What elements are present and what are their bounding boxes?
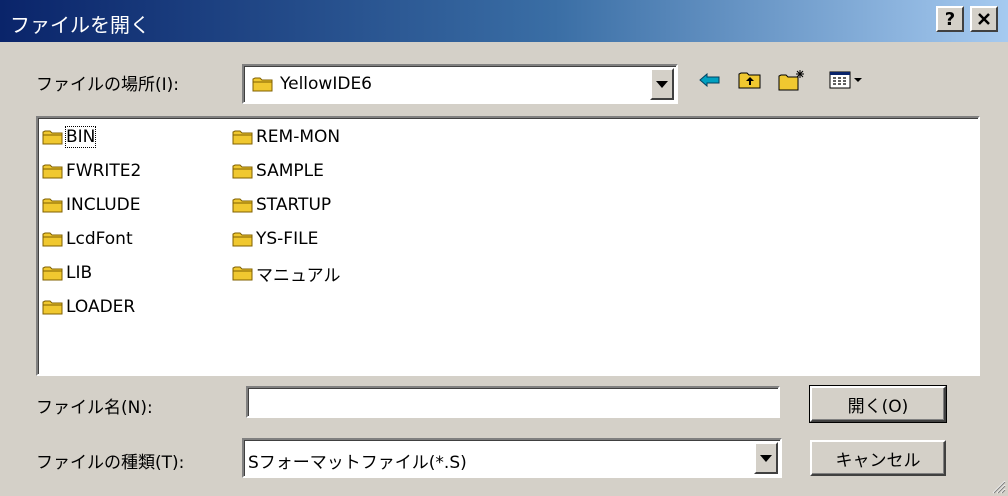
folder-icon — [232, 164, 253, 179]
look-in-combobox[interactable]: YellowIDE6 — [242, 64, 678, 104]
folder-icon — [232, 130, 253, 145]
folder-icon — [232, 232, 253, 247]
folder-icon — [42, 164, 63, 179]
list-item-label: INCLUDE — [66, 195, 141, 215]
close-icon — [978, 13, 990, 25]
resize-grip-icon[interactable] — [990, 478, 1006, 494]
list-item-label: BIN — [64, 126, 97, 148]
list-item[interactable]: BIN — [42, 124, 97, 150]
folder-icon — [232, 198, 253, 213]
close-button[interactable] — [970, 6, 998, 32]
file-type-combobox[interactable]: Sフォーマットファイル(*.S) — [242, 438, 782, 478]
list-item-label: FWRITE2 — [66, 161, 142, 181]
folder-icon — [42, 232, 63, 247]
list-item-label: YS-FILE — [256, 229, 319, 249]
list-item-label: SAMPLE — [256, 161, 324, 181]
list-item[interactable]: LOADER — [42, 294, 135, 320]
help-button[interactable]: ? — [936, 6, 964, 32]
view-menu-icon — [829, 71, 862, 89]
file-name-label: ファイル名(N): — [36, 398, 153, 418]
back-button[interactable] — [696, 66, 724, 94]
list-item[interactable]: FWRITE2 — [42, 158, 141, 184]
title-bar[interactable]: ファイルを開く ? — [0, 0, 1008, 42]
folder-icon — [252, 77, 273, 92]
list-item[interactable]: マニュアル — [232, 260, 341, 286]
file-list[interactable]: BIN FWRITE2 INCLUDE LcdFont LIB LOADER R… — [36, 116, 980, 376]
back-arrow-icon — [699, 73, 720, 87]
look-in-label: ファイルの場所(I): — [36, 75, 180, 95]
list-item[interactable]: INCLUDE — [42, 192, 141, 218]
folder-icon — [42, 198, 63, 213]
list-item[interactable]: STARTUP — [232, 192, 331, 218]
file-type-label: ファイルの種類(T): — [36, 453, 185, 473]
folder-icon — [42, 266, 63, 281]
up-folder-button[interactable] — [736, 66, 764, 94]
open-button[interactable]: 開く(O) — [809, 385, 947, 423]
file-type-dropdown-button[interactable] — [754, 442, 778, 474]
list-item-label: REM-MON — [256, 127, 341, 147]
list-item-label: LOADER — [66, 297, 136, 317]
list-item[interactable]: SAMPLE — [232, 158, 324, 184]
list-item[interactable]: REM-MON — [232, 124, 340, 150]
new-folder-icon — [778, 70, 804, 91]
chevron-down-icon — [760, 454, 772, 462]
up-folder-icon — [738, 72, 761, 89]
window-title: ファイルを開く — [10, 13, 150, 37]
list-item[interactable]: LcdFont — [42, 226, 133, 252]
list-item-label: LIB — [66, 263, 93, 283]
list-item[interactable]: LIB — [42, 260, 92, 286]
new-folder-button[interactable] — [776, 66, 808, 94]
folder-icon — [232, 266, 253, 281]
look-in-dropdown-button[interactable] — [650, 68, 674, 100]
list-item-label: LcdFont — [66, 229, 133, 249]
look-in-value: YellowIDE6 — [280, 74, 372, 94]
cancel-button[interactable]: キャンセル — [810, 440, 946, 476]
list-item-label: STARTUP — [256, 195, 332, 215]
list-item[interactable]: YS-FILE — [232, 226, 318, 252]
view-menu-button[interactable] — [826, 66, 874, 94]
file-type-value: Sフォーマットファイル(*.S) — [248, 453, 467, 473]
chevron-down-icon — [656, 80, 668, 88]
file-name-input[interactable] — [246, 386, 780, 418]
folder-icon — [42, 300, 63, 315]
folder-icon — [42, 130, 63, 145]
list-item-label: マニュアル — [256, 265, 341, 286]
